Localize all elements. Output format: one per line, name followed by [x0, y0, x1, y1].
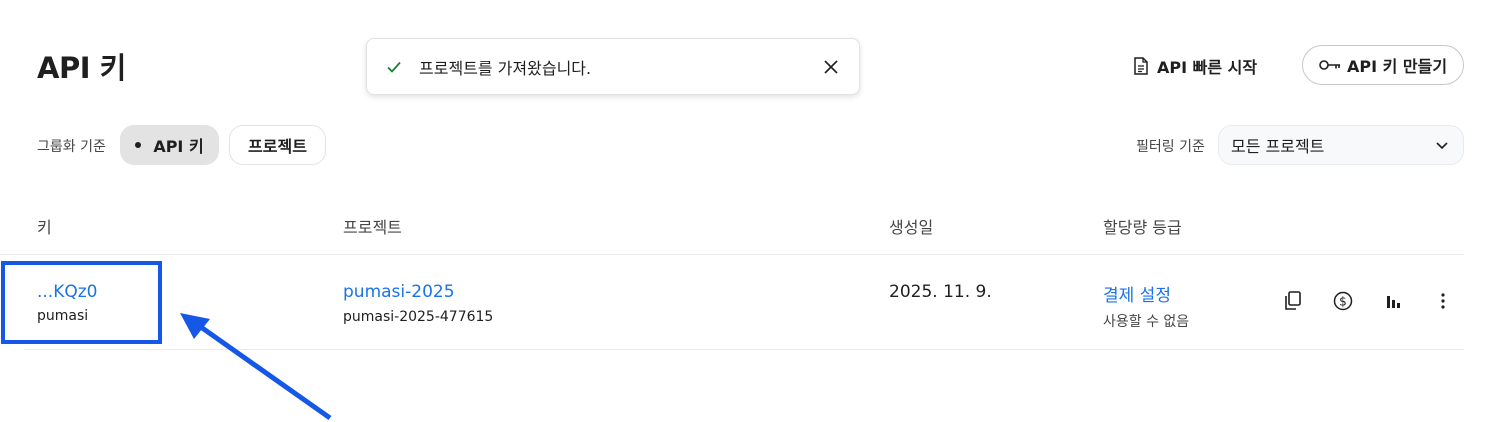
more-options-icon[interactable]	[1432, 290, 1454, 312]
filter-value: 모든 프로젝트	[1231, 137, 1325, 156]
project-filter-select[interactable]: 모든 프로젝트	[1218, 125, 1464, 165]
column-header-quota: 할당량 등급	[1103, 218, 1182, 237]
column-header-key: 키	[37, 218, 52, 237]
group-by-api-key-chip[interactable]: API 키	[120, 125, 219, 165]
quickstart-link[interactable]: API 빠른 시작	[1133, 52, 1257, 80]
project-cell: pumasi-2025 pumasi-2025-477615	[343, 282, 493, 325]
check-icon	[385, 58, 403, 76]
copy-icon[interactable]	[1282, 290, 1304, 312]
column-header-project: 프로젝트	[343, 218, 402, 237]
table-header-divider	[0, 254, 1464, 255]
annotation-arrow	[180, 313, 332, 421]
highlight-box	[1, 261, 162, 344]
quickstart-label: API 빠른 시작	[1157, 58, 1258, 77]
filter-label: 필터링 기준	[1136, 139, 1205, 155]
toast-notification: 프로젝트를 가져왔습니다.	[366, 38, 860, 95]
create-api-key-button[interactable]: API 키 만들기	[1302, 45, 1464, 85]
chevron-down-icon	[1435, 138, 1449, 152]
usage-chart-icon[interactable]	[1382, 290, 1404, 312]
project-id: pumasi-2025-477615	[343, 309, 494, 325]
key-icon	[1319, 59, 1341, 71]
document-icon	[1133, 57, 1149, 75]
quota-cell: 결제 설정 사용할 수 없음	[1103, 281, 1189, 331]
close-icon[interactable]	[821, 57, 841, 77]
billing-setup-link[interactable]: 결제 설정	[1103, 281, 1189, 306]
grouping-label: 그룹화 기준	[37, 139, 106, 155]
created-date: 2025. 11. 9.	[889, 282, 992, 302]
project-link[interactable]: pumasi-2025	[343, 282, 493, 302]
billing-dollar-icon[interactable]: $	[1332, 290, 1354, 312]
toast-message: 프로젝트를 가져왔습니다.	[419, 58, 592, 78]
chip-label: API 키	[153, 137, 204, 156]
quota-status: 사용할 수 없음	[1103, 314, 1190, 330]
svg-text:$: $	[1339, 295, 1347, 309]
page-title: API 키	[37, 51, 126, 85]
chip-label: 프로젝트	[248, 137, 307, 156]
group-by-project-chip[interactable]: 프로젝트	[229, 125, 326, 165]
column-header-created: 생성일	[889, 218, 934, 237]
create-api-key-label: API 키 만들기	[1346, 57, 1448, 76]
selected-dot-icon	[135, 142, 142, 148]
